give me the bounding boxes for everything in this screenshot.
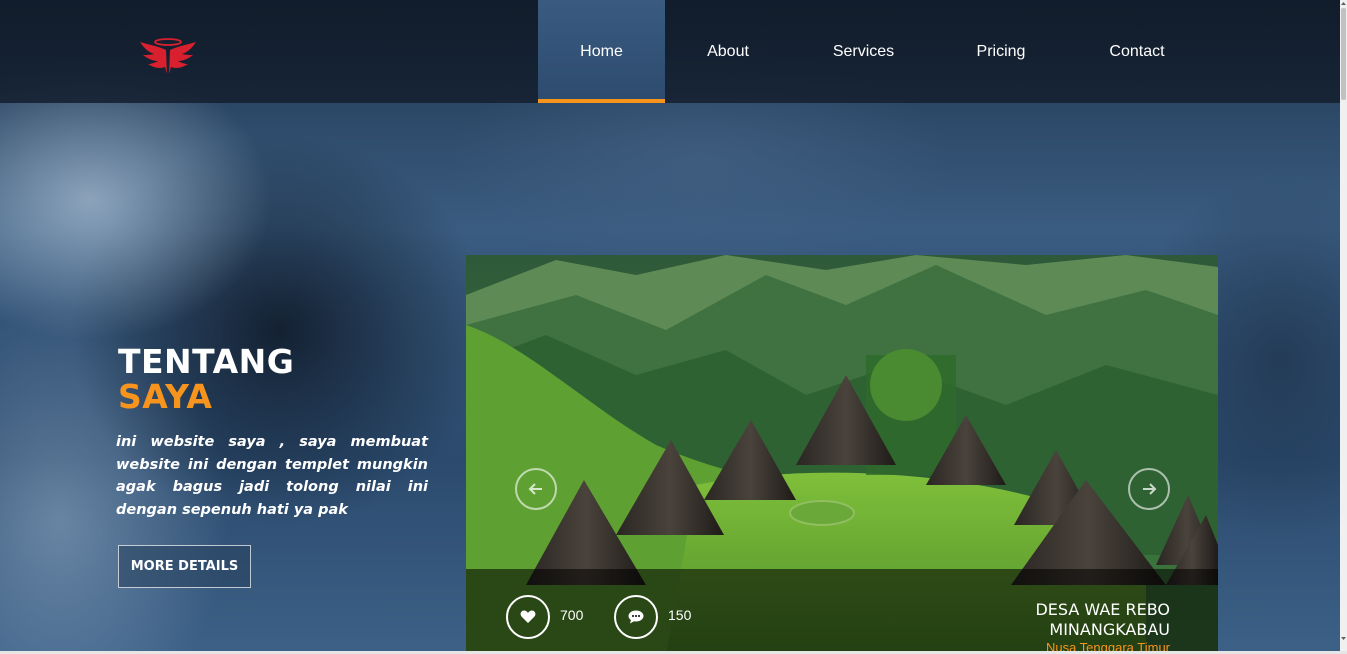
- vertical-scrollbar[interactable]: [1340, 0, 1347, 654]
- slide-title-line2: MINANGKABAU: [1049, 620, 1170, 639]
- slide-title: DESA WAE REBO MINANGKABAU: [1035, 600, 1170, 640]
- nav-contact[interactable]: Contact: [1066, 0, 1208, 103]
- hero-title: TENTANG SAYA: [118, 344, 294, 414]
- comments-count: 150: [668, 607, 692, 623]
- more-details-button[interactable]: MORE DETAILS: [118, 545, 251, 588]
- like-button[interactable]: [506, 595, 550, 639]
- arrow-right-icon: [1143, 483, 1157, 495]
- nav-about[interactable]: About: [665, 0, 791, 103]
- nav-home[interactable]: Home: [538, 0, 665, 103]
- slider-next-button[interactable]: [1128, 468, 1170, 510]
- scroll-up-arrow-icon[interactable]: [1340, 0, 1347, 7]
- comment-button[interactable]: [614, 595, 658, 639]
- arrow-left-icon: [528, 483, 542, 495]
- hero-description: ini website saya , saya membuat website …: [116, 434, 428, 518]
- heart-icon: [520, 610, 536, 623]
- likes-count: 700: [560, 607, 584, 623]
- slide-title-line1: DESA WAE REBO: [1035, 600, 1170, 619]
- scroll-down-arrow-icon[interactable]: [1340, 635, 1347, 642]
- winged-logo-icon[interactable]: [138, 36, 198, 78]
- comment-icon: [628, 610, 644, 624]
- main-nav: Home About Services Pricing Contact: [538, 0, 1208, 103]
- slide-caption-bar: 700 150 DESA WAE REBO MINANGKABAU Nusa T…: [466, 569, 1218, 654]
- slider-prev-button[interactable]: [515, 468, 557, 510]
- nav-services[interactable]: Services: [791, 0, 936, 103]
- nav-pricing[interactable]: Pricing: [936, 0, 1066, 103]
- scrollbar-thumb[interactable]: [1341, 8, 1346, 100]
- site-header: Home About Services Pricing Contact: [0, 0, 1340, 103]
- hero-title-line1: TENTANG: [118, 342, 295, 381]
- hero-title-line2: SAYA: [118, 377, 213, 416]
- image-slider: 700 150 DESA WAE REBO MINANGKABAU Nusa T…: [466, 255, 1218, 654]
